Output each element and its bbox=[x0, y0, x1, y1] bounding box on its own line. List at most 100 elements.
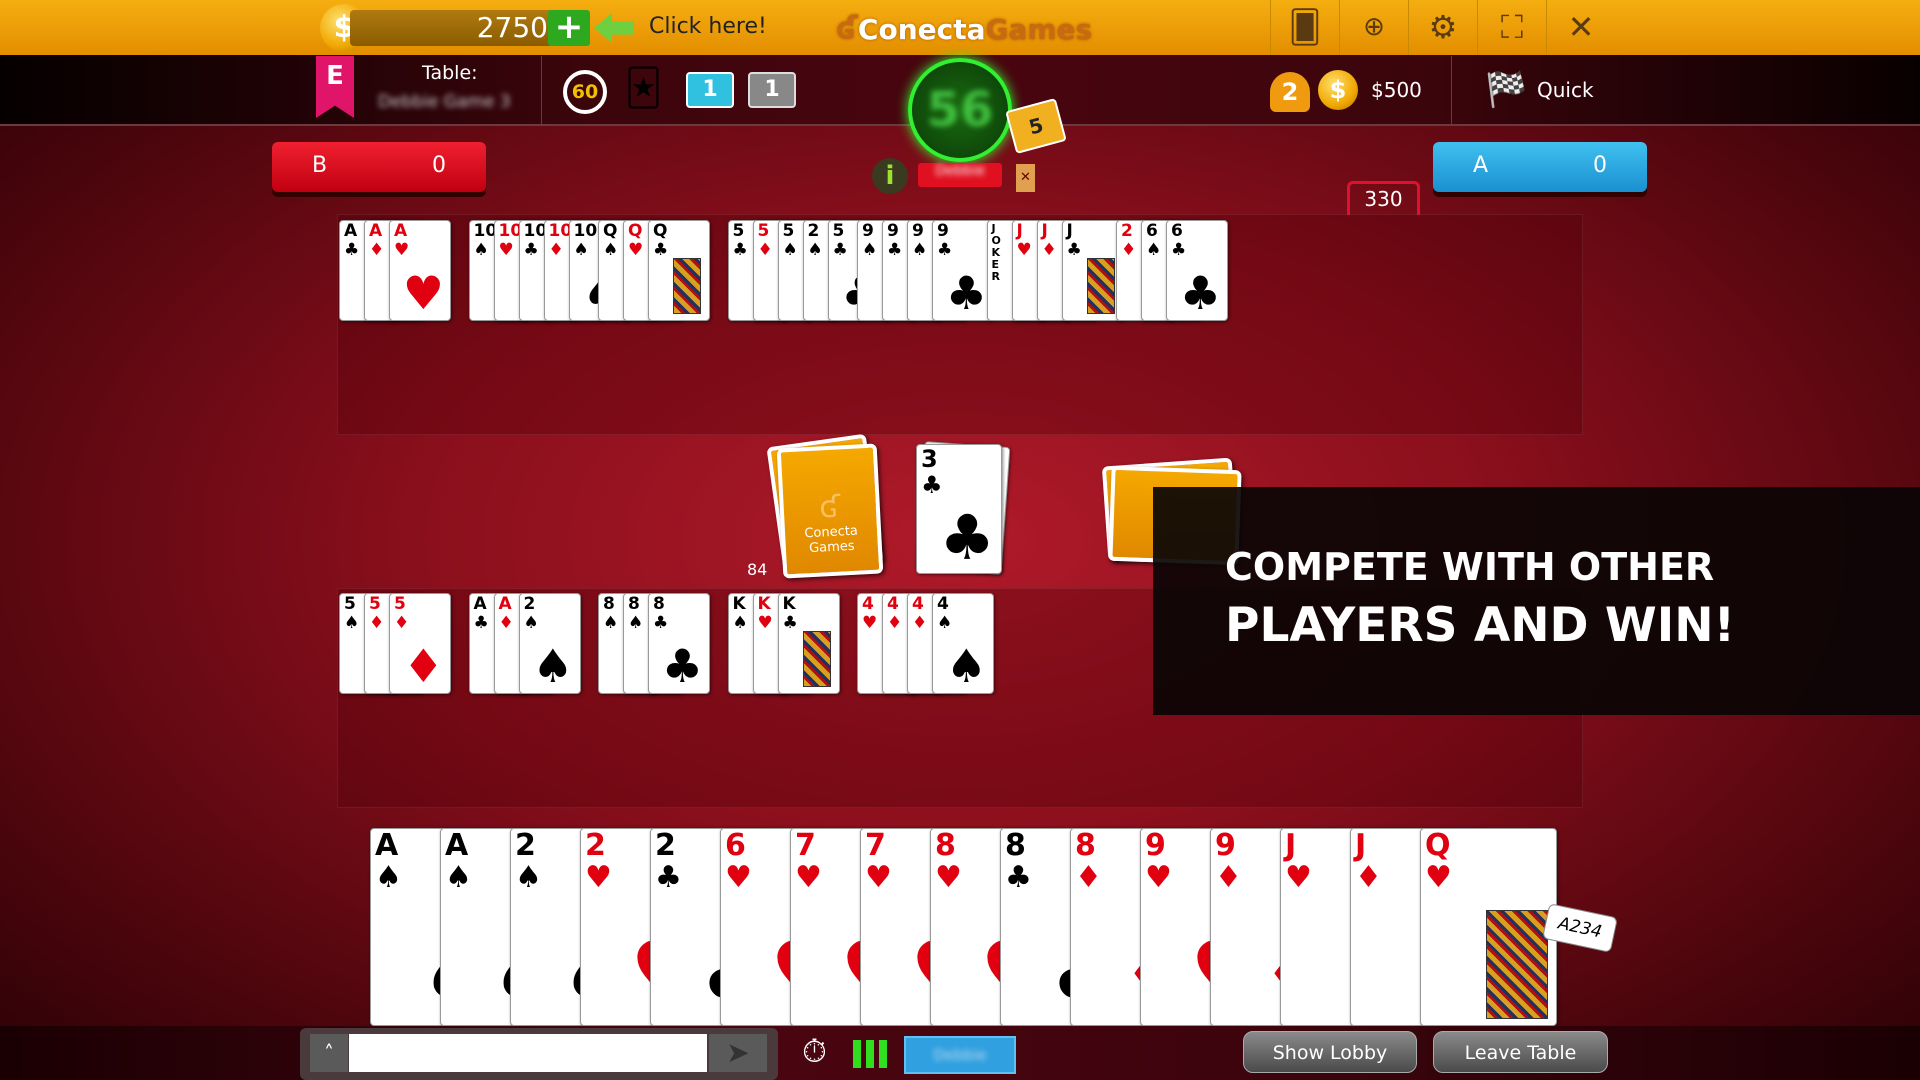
show-lobby-button[interactable]: Show Lobby bbox=[1243, 1031, 1417, 1073]
card-suit: ♥ bbox=[1425, 860, 1452, 895]
players-count: 2 bbox=[1281, 78, 1299, 106]
cards-icon[interactable]: 🂠 bbox=[1270, 0, 1339, 55]
card-rank: A bbox=[445, 828, 469, 863]
card-rank: 4 bbox=[862, 594, 874, 614]
card-rank: 9 bbox=[937, 221, 949, 241]
card-rank: JOKER bbox=[991, 222, 1001, 284]
card[interactable]: K ♣ bbox=[777, 593, 840, 694]
card-rank: Q bbox=[603, 221, 618, 241]
card-suit: ♦ bbox=[1041, 240, 1057, 260]
card-rank: A bbox=[369, 221, 383, 241]
card-rank: J bbox=[1016, 221, 1023, 241]
card-suit: ♣ bbox=[473, 613, 489, 633]
card-suit-large: ♥ bbox=[402, 266, 444, 320]
card[interactable]: 8♣♣ bbox=[648, 593, 710, 694]
chat-expand-button[interactable]: ˄ bbox=[310, 1034, 348, 1072]
card-rank: J bbox=[1285, 828, 1297, 863]
promo-line2: PLAYERS AND WIN! bbox=[1225, 598, 1736, 653]
card[interactable]: 2♠♠ bbox=[518, 593, 581, 694]
send-button[interactable]: ➤ bbox=[709, 1034, 767, 1072]
card-suit: ♣ bbox=[1066, 240, 1082, 260]
click-here-link[interactable]: Click here! bbox=[649, 14, 767, 39]
card-suit: ♥ bbox=[935, 860, 962, 895]
leave-table-button[interactable]: Leave Table bbox=[1433, 1031, 1608, 1073]
card-suit: ♣ bbox=[1005, 860, 1032, 895]
card-suit: ♥ bbox=[865, 860, 892, 895]
card-rank: 5 bbox=[832, 221, 845, 241]
card-rank: 5 bbox=[732, 221, 745, 241]
card-suit: ♠ bbox=[1146, 240, 1162, 260]
card-suit: ♦ bbox=[1355, 860, 1382, 895]
card-rank: Q bbox=[653, 221, 668, 241]
card[interactable]: 9 ♣ ♣ bbox=[932, 220, 994, 321]
card[interactable]: Q ♣ bbox=[648, 220, 710, 321]
card[interactable]: 5 ♦ ♦ bbox=[389, 593, 451, 694]
card-suit: ♣ bbox=[653, 613, 669, 633]
card-rank: 8 bbox=[628, 594, 640, 614]
card[interactable]: J ♣ bbox=[1061, 220, 1124, 321]
blue-count: 1 bbox=[702, 77, 718, 102]
card-rank: 3 bbox=[921, 445, 938, 473]
turn-timer-value: 56 bbox=[926, 82, 994, 138]
card[interactable]: 4 ♠ ♠ bbox=[932, 593, 994, 694]
card-rank: 9 bbox=[1145, 828, 1166, 863]
card[interactable]: A ♥ ♥ bbox=[389, 220, 451, 321]
card[interactable]: 6 ♣ ♣ bbox=[1166, 220, 1228, 321]
discard-pile[interactable]: 3 ♣ ♣ bbox=[916, 444, 1002, 574]
card-suit-large: ♦ bbox=[402, 639, 444, 693]
card-suit: ♣ bbox=[921, 471, 943, 499]
card-rank: K bbox=[732, 594, 746, 614]
add-coins-button[interactable]: + bbox=[548, 10, 590, 46]
card-rank: 4 bbox=[937, 594, 949, 614]
status-box: Debbie bbox=[904, 1036, 1016, 1074]
timer-60-icon: 60 bbox=[563, 70, 607, 114]
card-rank: 5 bbox=[394, 594, 406, 614]
draw-pile[interactable]: ʛ Conecta Games bbox=[776, 443, 884, 579]
card-suit: ♠ bbox=[732, 613, 748, 633]
divider bbox=[1451, 56, 1452, 124]
card-rank: 2 bbox=[585, 828, 606, 863]
card-suit: ♦ bbox=[912, 613, 928, 633]
card-suit-large: ♣ bbox=[661, 639, 703, 693]
card-rank: 8 bbox=[1005, 828, 1026, 863]
team-b-score: B0 bbox=[272, 142, 486, 192]
gear-icon[interactable]: ⚙ bbox=[1408, 0, 1477, 55]
balance: 2750 bbox=[350, 10, 560, 46]
face-card-art bbox=[1086, 258, 1115, 314]
card-suit: ♦ bbox=[887, 613, 903, 633]
card-rank: 4 bbox=[912, 594, 924, 614]
team-label: A bbox=[1473, 153, 1489, 178]
card-rank: 2 bbox=[1121, 221, 1133, 241]
card-rank: J bbox=[1066, 221, 1073, 241]
card-rank: K bbox=[757, 594, 771, 614]
card-rank: J bbox=[1355, 828, 1367, 863]
fullscreen-icon[interactable]: ⛶ bbox=[1477, 0, 1546, 55]
card-suit: ♣ bbox=[732, 240, 748, 260]
uk-flag-icon[interactable]: ⊕ bbox=[1339, 0, 1408, 55]
card-suit: ♥ bbox=[725, 860, 752, 895]
card-rank: 8 bbox=[653, 594, 665, 614]
face-card-art bbox=[673, 258, 701, 314]
card-suit: ♣ bbox=[523, 240, 539, 260]
player-name-tag: Debbie bbox=[918, 163, 1002, 187]
info-icon[interactable]: i bbox=[872, 158, 908, 194]
card-suit: ♦ bbox=[1215, 860, 1242, 895]
team-a-score: A0 bbox=[1433, 142, 1647, 192]
card-rank: 9 bbox=[912, 221, 924, 241]
chat-input[interactable] bbox=[349, 1034, 707, 1072]
card-suit: ♠ bbox=[344, 613, 360, 633]
deck-count: 84 bbox=[747, 560, 768, 579]
card[interactable]: Q ♥ bbox=[1420, 828, 1557, 1026]
card-rank: 7 bbox=[795, 828, 816, 863]
card-suit: ♠ bbox=[603, 240, 619, 260]
team-score: 0 bbox=[432, 153, 446, 178]
card-rank: A bbox=[498, 594, 512, 614]
bet-amount: $500 bbox=[1371, 78, 1422, 102]
logo-icon: ʛ bbox=[818, 489, 842, 526]
card-rank: 9 bbox=[887, 221, 899, 241]
close-icon[interactable]: ✕ bbox=[1546, 0, 1615, 55]
card-rank: 7 bbox=[865, 828, 886, 863]
close-icon[interactable]: ✕ bbox=[1016, 164, 1035, 192]
card-suit: ♥ bbox=[1285, 860, 1312, 895]
card-suit: ♣ bbox=[344, 240, 360, 260]
